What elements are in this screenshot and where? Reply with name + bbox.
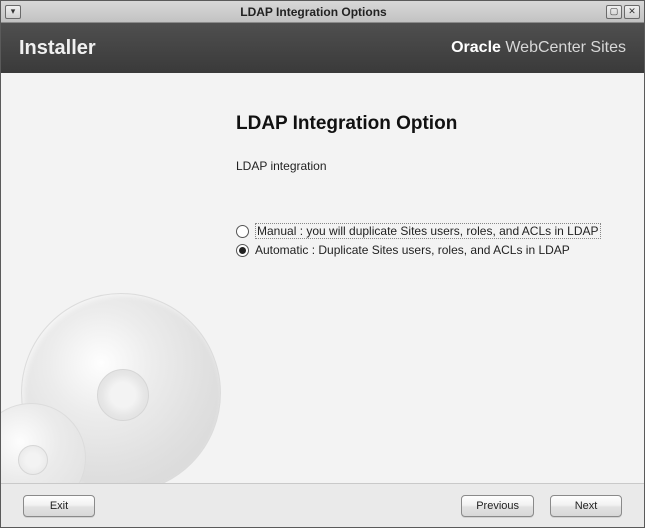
brand-strong: Oracle — [451, 39, 501, 56]
radio-label: Manual : you will duplicate Sites users,… — [255, 223, 601, 239]
window-menu-button[interactable]: ▾ — [5, 5, 21, 19]
header-title: Installer — [19, 37, 96, 60]
main-panel: LDAP Integration Option LDAP integration… — [206, 73, 644, 483]
radio-label: Automatic : Duplicate Sites users, roles… — [255, 243, 570, 257]
radio-icon — [236, 244, 249, 257]
radio-option-manual[interactable]: Manual : you will duplicate Sites users,… — [236, 223, 614, 239]
graphic-panel — [1, 73, 206, 483]
installer-window: ▾ LDAP Integration Options ▢ ✕ Installer… — [0, 0, 645, 528]
header: Installer Oracle WebCenter Sites — [1, 23, 644, 73]
page-subtitle: LDAP integration — [236, 159, 614, 173]
maximize-button[interactable]: ▢ — [606, 5, 622, 19]
maximize-icon: ▢ — [610, 7, 619, 16]
previous-button[interactable]: Previous — [461, 495, 534, 517]
titlebar: ▾ LDAP Integration Options ▢ ✕ — [1, 1, 644, 23]
footer: Exit Previous Next — [1, 483, 644, 527]
radio-icon — [236, 225, 249, 238]
close-icon: ✕ — [628, 7, 636, 16]
chevron-down-icon: ▾ — [11, 7, 16, 16]
brand-light: WebCenter Sites — [501, 39, 626, 56]
page-title: LDAP Integration Option — [236, 113, 614, 135]
next-button[interactable]: Next — [550, 495, 622, 517]
close-button[interactable]: ✕ — [624, 5, 640, 19]
content-area: LDAP Integration Option LDAP integration… — [1, 73, 644, 483]
radio-option-automatic[interactable]: Automatic : Duplicate Sites users, roles… — [236, 243, 614, 257]
window-title: LDAP Integration Options — [21, 5, 606, 19]
header-brand: Oracle WebCenter Sites — [451, 39, 626, 57]
exit-button[interactable]: Exit — [23, 495, 95, 517]
